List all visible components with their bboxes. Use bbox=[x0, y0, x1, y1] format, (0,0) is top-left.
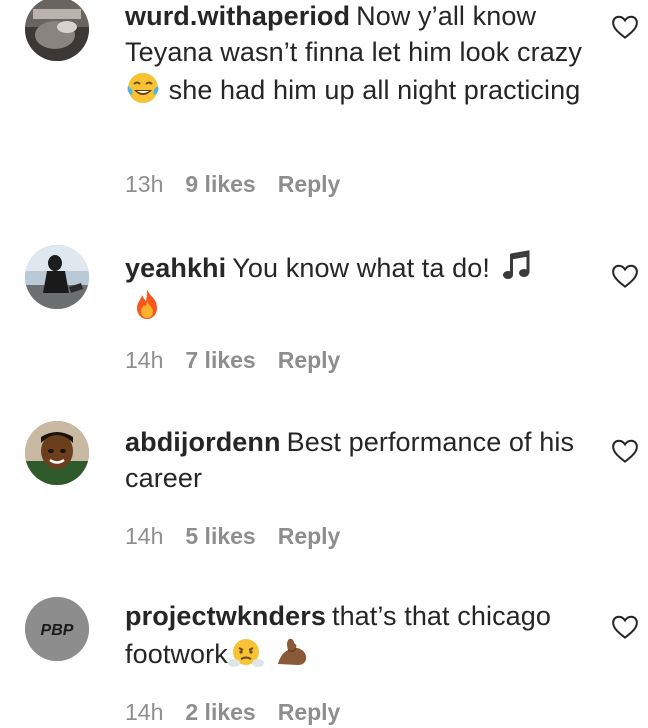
likes-count[interactable]: 2 likes bbox=[185, 698, 255, 726]
reply-button[interactable]: Reply bbox=[278, 170, 341, 198]
comment-body: You know what ta do! bbox=[232, 253, 490, 283]
comment-body: she had him up all night practicing bbox=[168, 75, 581, 105]
face-with-tears-of-joy-icon bbox=[125, 70, 161, 106]
likes-count[interactable]: 5 likes bbox=[185, 522, 255, 550]
avatar-lettering: PBP bbox=[41, 622, 74, 639]
avatar[interactable] bbox=[25, 421, 89, 485]
comment-item: yeahkhi You know what ta do! 14h 7 likes … bbox=[0, 245, 648, 395]
timestamp[interactable]: 13h bbox=[125, 170, 163, 198]
comment-text: wurd.withaperiod Now y’all know Teyana wa… bbox=[125, 0, 595, 108]
timestamp[interactable]: 14h bbox=[125, 698, 163, 726]
comment-text: projectwknders that’s that chicago footwo… bbox=[125, 598, 595, 672]
musical-note-icon bbox=[498, 248, 534, 284]
comment-text: yeahkhi You know what ta do! bbox=[125, 248, 595, 324]
comment-text: abdijordenn Best performance of his caree… bbox=[125, 424, 595, 496]
fire-icon bbox=[129, 286, 165, 322]
reply-button[interactable]: Reply bbox=[278, 346, 341, 374]
username[interactable]: wurd.withaperiod bbox=[125, 1, 350, 31]
avatar[interactable] bbox=[25, 0, 89, 61]
comment-meta: 14h 7 likes Reply bbox=[125, 346, 340, 374]
comment-item: PBP projectwknders that’s that chicago fo… bbox=[0, 597, 648, 728]
username[interactable]: abdijordenn bbox=[125, 427, 281, 457]
timestamp[interactable]: 14h bbox=[125, 522, 163, 550]
likes-count[interactable]: 7 likes bbox=[185, 346, 255, 374]
like-heart-icon[interactable] bbox=[610, 12, 640, 42]
comment-meta: 13h 9 likes Reply bbox=[125, 170, 340, 198]
likes-count[interactable]: 9 likes bbox=[185, 170, 255, 198]
like-heart-icon[interactable] bbox=[610, 261, 640, 291]
reply-button[interactable]: Reply bbox=[278, 698, 341, 726]
face-with-steam-from-nose-icon bbox=[227, 634, 264, 670]
reply-button[interactable]: Reply bbox=[278, 522, 341, 550]
username[interactable]: projectwknders bbox=[125, 601, 326, 631]
comment-item: abdijordenn Best performance of his caree… bbox=[0, 421, 648, 561]
comment-meta: 14h 2 likes Reply bbox=[125, 698, 340, 726]
comment-item: wurd.withaperiod Now y’all know Teyana wa… bbox=[0, 0, 648, 200]
like-heart-icon[interactable] bbox=[610, 612, 640, 642]
avatar[interactable] bbox=[25, 245, 89, 309]
like-heart-icon[interactable] bbox=[610, 436, 640, 466]
comment-meta: 14h 5 likes Reply bbox=[125, 522, 340, 550]
timestamp[interactable]: 14h bbox=[125, 346, 163, 374]
username[interactable]: yeahkhi bbox=[125, 253, 226, 283]
flexed-biceps-icon bbox=[274, 634, 310, 670]
avatar[interactable]: PBP bbox=[25, 597, 89, 661]
